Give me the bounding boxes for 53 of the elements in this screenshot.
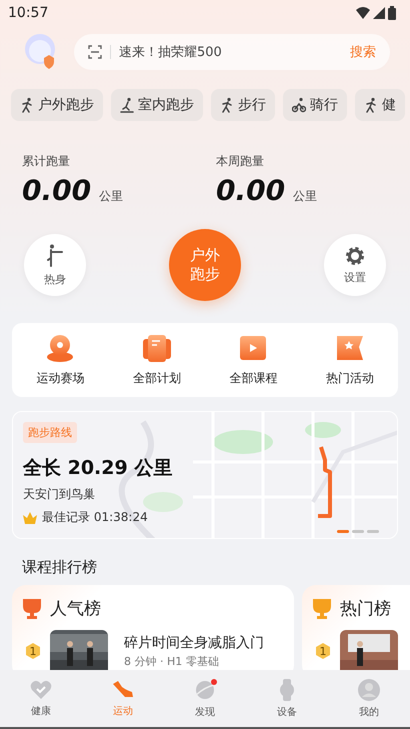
watch-icon [279, 678, 295, 700]
route-subtitle: 天安门到鸟巢 [23, 486, 95, 503]
unit-label: 公里 [293, 188, 318, 205]
rank-badge: 1 [26, 643, 40, 659]
route-title: 全长 20.29 公里 [23, 456, 172, 481]
sport-chip[interactable]: 步行 [211, 89, 275, 121]
planet-icon [194, 678, 216, 700]
settings-icon [345, 246, 365, 266]
board-title: 人气榜 [50, 598, 101, 620]
scan-icon[interactable] [88, 45, 102, 59]
status-time: 10:57 [8, 5, 48, 21]
shortcut-link[interactable]: 全部计划 [132, 370, 181, 386]
walker-icon [220, 97, 234, 113]
nav-tab[interactable]: 设备 [246, 670, 328, 727]
shortcut-link[interactable]: 运动赛场 [36, 370, 84, 386]
profile-icon [358, 678, 380, 700]
best-record-text: 最佳记录 01:38:24 [42, 509, 148, 526]
course-meta: 8 分钟 · H1 零基础 [124, 654, 220, 668]
shortcut-link[interactable]: 全部课程 [229, 370, 278, 386]
route-tag: 跑步路线 [23, 422, 77, 443]
stat-label: 累计跑量 [22, 153, 70, 170]
star-flag-icon [336, 334, 364, 362]
signal-icon [373, 7, 385, 19]
board-title: 热门榜 [340, 598, 391, 620]
battery-icon [388, 6, 396, 20]
sport-chip[interactable]: 室内跑步 [111, 89, 203, 121]
video-icon [239, 334, 268, 362]
nav-tab[interactable]: 我的 [328, 670, 410, 727]
heart-icon [30, 680, 52, 700]
shortcut-link[interactable]: 热门活动 [326, 370, 374, 386]
treadmill-icon [120, 97, 134, 113]
section-title: 课程排行榜 [22, 558, 97, 577]
stat-label: 本周跑量 [216, 153, 264, 170]
settings-button[interactable]: 设置 [324, 234, 386, 296]
rank-badge: 1 [316, 643, 330, 659]
crown-icon [23, 512, 37, 524]
stat-value: 0.00 [216, 174, 286, 207]
nav-tab[interactable]: 发现 [164, 670, 246, 727]
sport-chip[interactable]: 骑行 [283, 89, 347, 121]
notebook-icon [142, 334, 171, 362]
stat-value: 0.00 [22, 174, 92, 207]
fitness-icon [364, 97, 378, 113]
wifi-icon [356, 7, 370, 19]
location-pin-icon [46, 334, 74, 362]
sport-chip[interactable]: 户外跑步 [11, 89, 103, 121]
cyclist-icon [292, 97, 306, 113]
nav-tab[interactable]: 健康 [0, 670, 82, 727]
stretch-icon [46, 244, 64, 268]
sport-chip[interactable]: 健 [355, 89, 405, 121]
warmup-button[interactable]: 热身 [24, 234, 86, 296]
unit-label: 公里 [99, 188, 124, 205]
course-title[interactable]: 碎片时间全身减脂入门 [124, 634, 264, 652]
runner-icon [20, 97, 34, 113]
